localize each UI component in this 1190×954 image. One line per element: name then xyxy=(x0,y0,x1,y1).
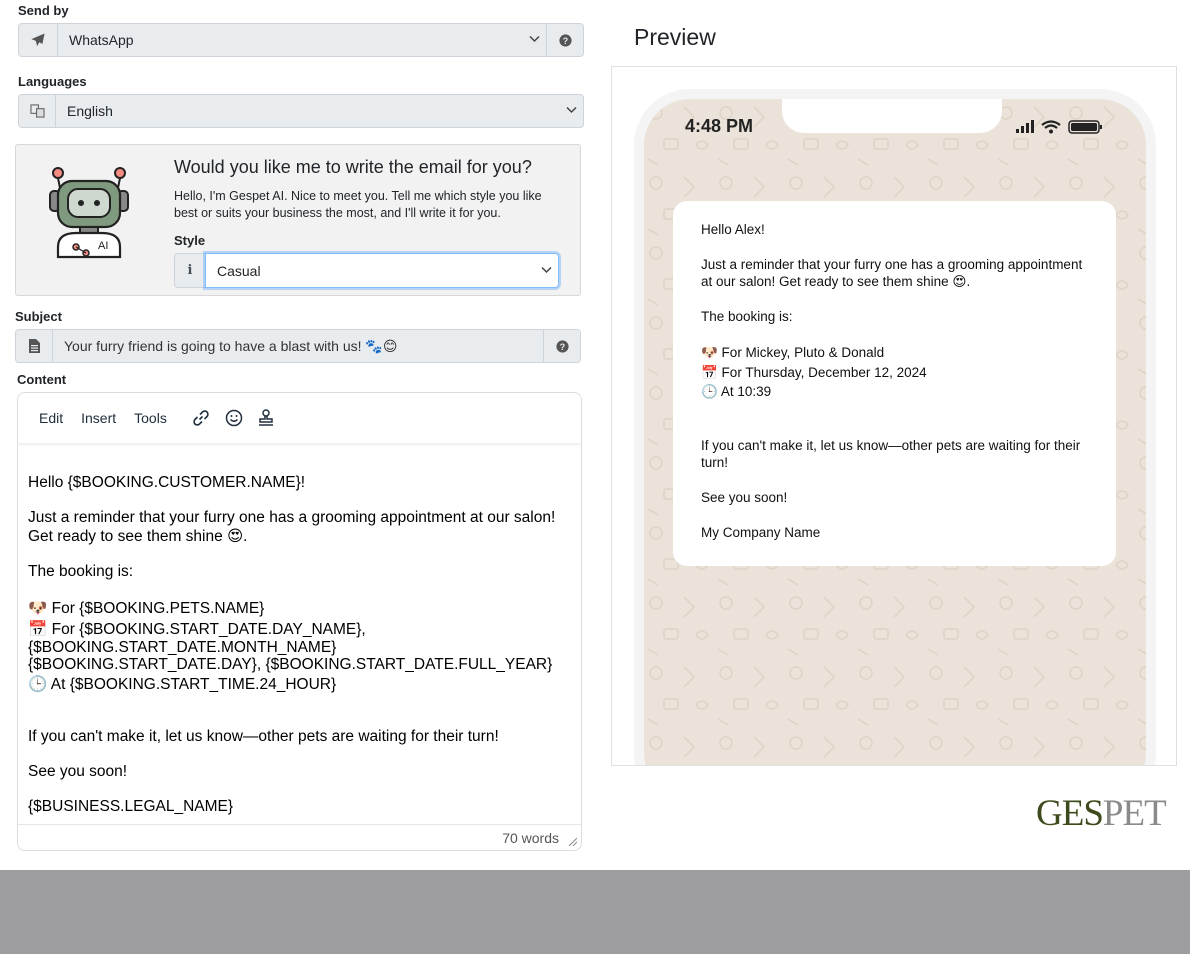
content-date-line2: {$BOOKING.START_DATE.MONTH_NAME} xyxy=(28,639,337,656)
style-value: Casual xyxy=(217,262,261,279)
ai-writer-panel: AI Would you like me to write the email … xyxy=(15,144,581,296)
gespet-logo: GESPET xyxy=(1036,792,1167,835)
question-circle-icon: ? xyxy=(558,33,572,47)
signal-icon xyxy=(1016,120,1034,133)
subject-value: Your furry friend is going to have a bla… xyxy=(64,337,398,354)
send-by-select[interactable]: WhatsApp xyxy=(58,24,546,56)
stamp-icon xyxy=(258,409,273,426)
preview-see-you: See you soon! xyxy=(701,489,788,505)
stamp-button[interactable] xyxy=(257,409,275,427)
emoji-button[interactable] xyxy=(225,409,243,427)
send-by-help-button[interactable]: ? xyxy=(546,24,583,56)
content-booking-intro: The booking is: xyxy=(28,563,134,580)
resize-handle-icon[interactable] xyxy=(567,836,577,846)
link-button[interactable] xyxy=(191,408,211,428)
send-by-value: WhatsApp xyxy=(69,32,134,48)
editor-content[interactable]: Hello {$BOOKING.CUSTOMER.NAME}! Just a r… xyxy=(18,443,581,816)
content-cant-make: If you can't make it, let us know—other … xyxy=(28,728,499,745)
content-pets: 🐶 For {$BOOKING.PETS.NAME} xyxy=(28,600,265,617)
ai-title: Would you like me to write the email for… xyxy=(174,157,532,177)
language-select[interactable]: English xyxy=(56,95,583,127)
editor-statusbar: 70 words xyxy=(18,824,581,850)
send-by-group: WhatsApp ? xyxy=(18,23,584,57)
editor-toolbar: Edit Insert Tools xyxy=(18,393,581,443)
chevron-down-icon xyxy=(566,106,577,117)
robot-icon: AI xyxy=(49,167,129,259)
message-bubble: Hello Alex! Just a reminder that your fu… xyxy=(673,201,1116,566)
content-reminder: Just a reminder that your furry one has … xyxy=(28,509,556,545)
logo-part2: PET xyxy=(1102,793,1167,834)
style-select[interactable]: Casual xyxy=(205,253,559,288)
send-by-label: Send by xyxy=(18,3,69,18)
content-date-line1: 📅 For {$BOOKING.START_DATE.DAY_NAME}, xyxy=(28,621,366,638)
content-greeting: Hello {$BOOKING.CUSTOMER.NAME}! xyxy=(28,474,306,491)
link-icon xyxy=(193,410,209,426)
subject-group: Your furry friend is going to have a bla… xyxy=(15,329,581,363)
phone-notch xyxy=(782,99,1002,133)
subject-input[interactable]: Your furry friend is going to have a bla… xyxy=(53,330,543,362)
svg-text:?: ? xyxy=(559,341,564,351)
menu-tools[interactable]: Tools xyxy=(134,410,167,426)
wifi-icon xyxy=(1041,120,1061,134)
info-icon: i xyxy=(174,253,205,288)
phone-frame: 4:48 PM Hello Alex! Just a reminder that xyxy=(634,89,1156,765)
preview-title: Preview xyxy=(634,24,716,50)
preview-greeting: Hello Alex! xyxy=(701,222,765,237)
language-icon xyxy=(19,95,56,127)
languages-label: Languages xyxy=(18,74,87,89)
smiley-icon xyxy=(225,409,243,427)
content-signature: {$BUSINESS.LEGAL_NAME} xyxy=(28,798,234,815)
style-group: i Casual xyxy=(174,253,559,288)
battery-icon xyxy=(1068,120,1102,134)
chevron-down-icon xyxy=(541,265,552,276)
content-date-line3: {$BOOKING.START_DATE.DAY}, {$BOOKING.STA… xyxy=(28,656,553,673)
preview-signature: My Company Name xyxy=(701,524,821,540)
question-circle-icon: ? xyxy=(555,339,569,353)
style-label: Style xyxy=(174,233,206,248)
content-label: Content xyxy=(17,372,67,387)
status-icons xyxy=(1016,120,1102,134)
preview-pets: 🐶 For Mickey, Pluto & Donald xyxy=(701,345,885,360)
document-icon xyxy=(16,330,53,362)
svg-text:?: ? xyxy=(562,35,567,45)
menu-edit[interactable]: Edit xyxy=(39,410,63,426)
preview-time: 🕒 At 10:39 xyxy=(701,384,772,399)
preview-date: 📅 For Thursday, December 12, 2024 xyxy=(701,364,927,380)
ai-intro: Hello, I'm Gespet AI. Nice to meet you. … xyxy=(174,189,542,220)
chevron-down-icon xyxy=(529,35,540,46)
preview-booking-intro: The booking is: xyxy=(701,309,793,324)
phone-time: 4:48 PM xyxy=(685,116,754,136)
preview-cant-make: If you can't make it, let us know—other … xyxy=(701,437,1081,470)
preview-reminder: Just a reminder that your furry one has … xyxy=(701,257,1083,289)
preview-panel: 4:48 PM Hello Alex! Just a reminder that xyxy=(611,66,1177,766)
menu-insert[interactable]: Insert xyxy=(81,410,116,426)
language-value: English xyxy=(67,103,113,119)
languages-group: English xyxy=(18,94,584,128)
content-time: 🕒 At {$BOOKING.START_TIME.24_HOUR} xyxy=(28,676,337,693)
logo-part1: GES xyxy=(1036,793,1104,834)
content-editor: Edit Insert Tools Hello {$BOOKING.CUSTOM… xyxy=(17,392,582,851)
subject-help-button[interactable]: ? xyxy=(543,330,580,362)
word-count: 70 words xyxy=(502,829,559,846)
content-see-you: See you soon! xyxy=(28,763,128,780)
bottom-bar xyxy=(0,870,1190,954)
robot-badge: AI xyxy=(98,240,108,252)
subject-label: Subject xyxy=(15,309,62,324)
paper-plane-icon xyxy=(19,24,58,56)
